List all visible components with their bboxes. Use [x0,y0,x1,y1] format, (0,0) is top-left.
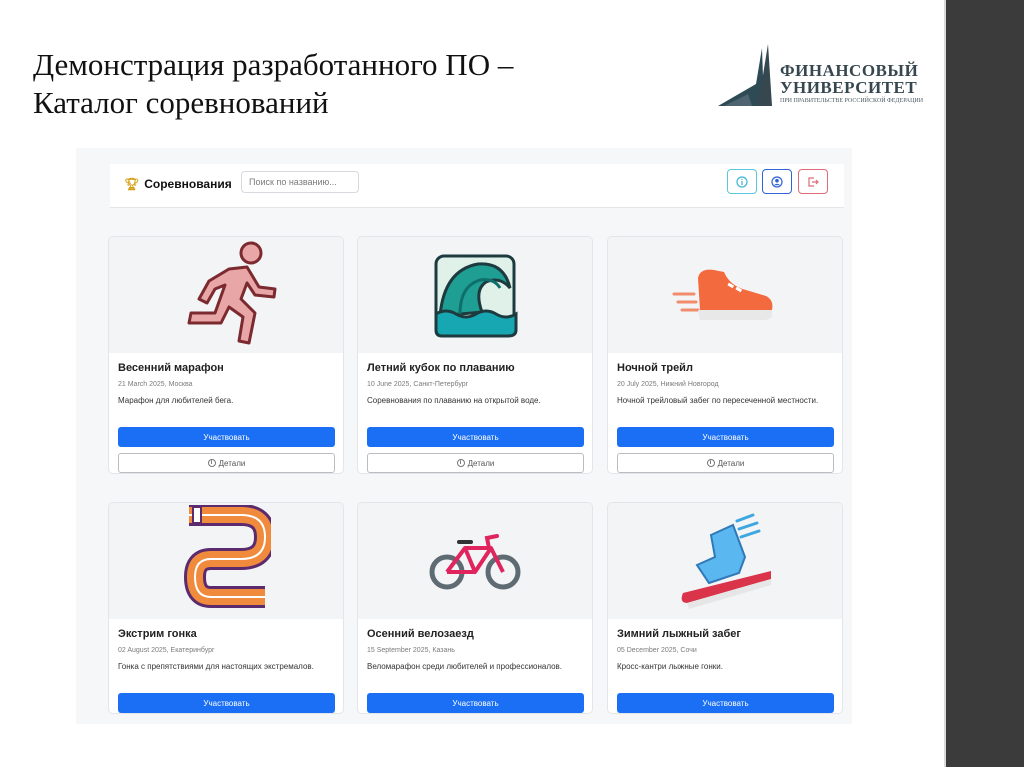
university-logo-text: ФИНАНСОВЫЙ УНИВЕРСИТЕТ ПРИ ПРАВИТЕЛЬСТВЕ… [780,62,923,105]
card-date-location: 02 August 2025, Екатеринбург [118,647,215,654]
info-icon [736,175,748,188]
competition-card: Весенний марафон 21 March 2025, Москва М… [108,236,344,474]
bicycle-icon [429,534,521,590]
info-icon: i [706,459,715,467]
participate-button[interactable]: Участвовать [617,427,834,447]
competition-card: Экстрим гонка 02 August 2025, Екатеринбу… [108,502,344,714]
slide-title: Демонстрация разработанного ПО – Каталог… [33,46,673,122]
card-date-location: 05 December 2025, Сочи [617,647,697,654]
card-date-location: 21 March 2025, Москва [118,381,193,388]
trophy-icon: 🏆︎ [124,177,140,191]
participate-button[interactable]: Участвовать [367,427,584,447]
info-icon: i [456,459,465,467]
logout-button[interactable] [798,169,828,194]
brand[interactable]: 🏆︎ Соревнования [124,177,232,191]
card-image [358,237,592,353]
participate-button[interactable]: Участвовать [118,693,335,713]
info-button[interactable] [727,169,757,194]
race-track-icon [183,505,271,608]
details-button[interactable]: i Детали [617,453,834,473]
card-description: Марафон для любителей бега. [118,396,234,405]
card-title: Весенний марафон [118,362,224,374]
card-title: Осенний велозаезд [367,628,474,640]
card-image [608,237,842,353]
participate-button[interactable]: Участвовать [118,427,335,447]
card-image [109,503,343,619]
card-title: Экстрим гонка [118,628,197,640]
profile-button[interactable] [762,169,792,194]
info-icon: i [207,459,216,467]
logout-icon [808,176,819,187]
card-description: Веломарафон среди любителей и профессион… [367,662,563,671]
slide-title-line-2: Каталог соревнований [33,85,329,120]
slide-side-divider [944,0,946,767]
details-button[interactable]: i Детали [367,453,584,473]
card-description: Кросс-кантри лыжные гонки. [617,662,723,671]
card-image [109,237,343,353]
ski-boot-icon [681,513,771,609]
card-title: Летний кубок по плаванию [367,362,515,374]
competition-card: Осенний велозаезд 15 September 2025, Каз… [357,502,593,714]
search-input[interactable] [241,171,359,193]
university-logo: ФИНАНСОВЫЙ УНИВЕРСИТЕТ ПРИ ПРАВИТЕЛЬСТВЕ… [718,44,923,110]
details-label: Детали [467,458,495,468]
logo-line-2: УНИВЕРСИТЕТ [780,78,918,97]
app-screenshot: 🏆︎ Соревнования Поиск по названию... Вес… [76,148,852,724]
slide-title-line-1: Демонстрация разработанного ПО – [33,47,514,82]
card-image [608,503,842,619]
logo-line-3: ПРИ ПРАВИТЕЛЬСТВЕ РОССИЙСКОЙ ФЕДЕРАЦИИ [780,98,924,104]
details-label: Детали [218,458,246,468]
slide-side-bar [944,0,1024,767]
card-description: Соревнования по плаванию на открытой вод… [367,396,541,405]
card-description: Ночной трейловый забег по пересеченной м… [617,396,819,405]
card-description: Гонка с препятствиями для настоящих экст… [118,662,314,671]
sneaker-icon [672,269,773,320]
card-title: Ночной трейл [617,362,693,374]
competition-card: Ночной трейл 20 July 2025, Нижний Новгор… [607,236,843,474]
user-icon [771,175,783,188]
logo-line-1: ФИНАНСОВЫЙ [780,61,919,80]
card-date-location: 20 July 2025, Нижний Новгород [617,381,719,388]
wave-icon [434,254,518,338]
card-date-location: 10 June 2025, Санкт-Петербург [367,381,469,388]
brand-label: Соревнования [144,177,232,191]
participate-button[interactable]: Участвовать [617,693,834,713]
competition-card: Летний кубок по плаванию 10 June 2025, С… [357,236,593,474]
navbar: 🏆︎ Соревнования [110,164,844,208]
competition-card: Зимний лыжный забег 05 December 2025, Со… [607,502,843,714]
university-logo-mark-icon [718,44,772,106]
card-date-location: 15 September 2025, Казань [367,647,455,654]
details-button[interactable]: i Детали [118,453,335,473]
details-label: Детали [717,458,745,468]
card-image [358,503,592,619]
card-title: Зимний лыжный забег [617,628,741,640]
participate-button[interactable]: Участвовать [367,693,584,713]
runner-icon [187,241,277,345]
